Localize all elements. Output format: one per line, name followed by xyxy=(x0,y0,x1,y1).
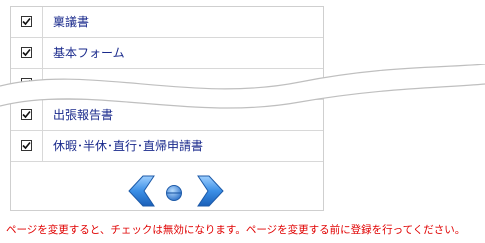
list-item: 休暇･半休･直行･直帰申請書 xyxy=(11,131,323,162)
item-label[interactable]: 稟議書 xyxy=(53,15,89,29)
list-item: 稟議書 xyxy=(11,7,323,38)
item-checkbox[interactable] xyxy=(21,140,32,151)
right-arrow-icon[interactable] xyxy=(195,174,225,212)
left-arrow-icon[interactable] xyxy=(127,174,157,212)
page-break-wave xyxy=(0,64,485,109)
item-checkbox[interactable] xyxy=(21,47,32,58)
item-checkbox[interactable] xyxy=(21,16,32,27)
item-label[interactable]: 基本フォーム xyxy=(53,46,125,60)
page-dot-icon[interactable] xyxy=(165,184,183,206)
item-label[interactable]: 休暇･半休･直行･直帰申請書 xyxy=(53,139,203,153)
page-change-warning: ページを変更すると、チェックは無効になります。ページを変更する前に登録を行ってく… xyxy=(6,224,466,236)
pager xyxy=(127,174,227,208)
